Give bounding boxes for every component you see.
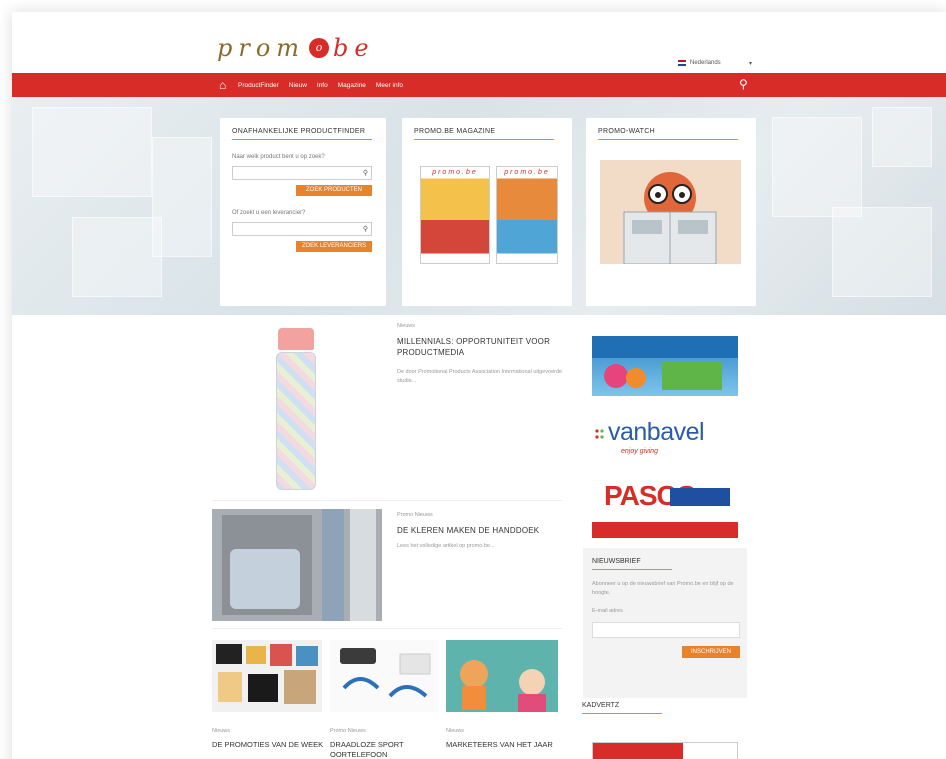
post-meta: Nieuws [212,728,231,734]
pasco-ad-banner[interactable]: PASCO [592,480,738,538]
post-excerpt: De door Promotional Products Association… [397,369,563,384]
nav-item-productfinder[interactable]: ProductFinder [238,82,279,89]
magazine-cover-1[interactable]: promo.be [420,166,490,264]
site-header: prom o be Nederlands ▾ [12,12,946,72]
post-meta: Promo Nieuws [397,512,433,518]
newsletter-text: Abonneer u op de nieuwsbrief van Promo.b… [592,581,734,596]
title-underline [232,139,372,140]
thumb-oortelefoon[interactable] [330,640,438,712]
main-nav: ⌂ ProductFinder Nieuw Info Magazine Meer… [12,73,946,97]
site-logo[interactable]: prom o be [217,34,375,62]
newsletter-title: NIEUWSBRIEF [592,558,641,565]
language-select[interactable]: Nederlands ▾ [674,55,756,71]
supplier-search-input[interactable]: ⚲ [232,222,372,236]
chevron-down-icon: ▾ [748,60,752,67]
cover-title: promo.be [504,169,550,176]
post-excerpt: Lees het volledige artikel op promo.be..… [397,543,495,549]
product-search-input[interactable]: ⚲ [232,166,372,180]
post-meta: Nieuws [397,323,416,329]
post-meta: Promo Nieuws [330,728,366,734]
language-label: Nederlands [690,60,721,66]
logo-text-right: be [333,34,375,62]
search-suppliers-button[interactable]: ZOEK LEVERANCIERS [296,241,372,252]
browser-frame: prom o be Nederlands ▾ ⌂ ProductFinder N… [12,12,946,759]
thumb-marketeers[interactable] [446,640,558,712]
title-underline [414,139,554,140]
promo-watch-illustration[interactable] [600,160,741,264]
post-title[interactable]: DE KLEREN MAKEN DE HANDDOEK [397,525,567,536]
logo-text-left: prom [217,34,306,62]
post-title[interactable]: MILLENNIALS: OPPORTUNITEIT VOOR PRODUCTM… [397,336,567,358]
productfinder-card: ONAFHANKELIJKE PRODUCTFINDER Naar welk p… [220,118,386,306]
nav-item-info[interactable]: Info [317,82,328,89]
product-search-label: Naar welk product bent u op zoek? [232,154,325,160]
thumb-promoties[interactable] [212,640,322,712]
promo-watch-card: PROMO-WATCH [586,118,756,306]
productfinder-title: ONAFHANKELIJKE PRODUCTFINDER [232,128,366,135]
cover-title: promo.be [432,169,478,176]
post-image-bottle-cap [278,328,314,350]
post-image-towel[interactable] [212,509,382,621]
newsletter-widget: NIEUWSBRIEF Abonneer u op de nieuwsbrief… [583,548,747,698]
post-divider [212,500,562,501]
flag-icon [678,60,686,66]
post-divider [212,628,562,629]
kadvertz-title: KADVERTZ [582,702,620,709]
promo-watch-title: PROMO-WATCH [598,128,655,135]
search-icon[interactable]: ⚲ [739,77,748,91]
nav-list: ProductFinder Nieuw Info Magazine Meer i… [238,73,413,97]
magazine-card: PROMO.BE MAGAZINE promo.be promo.be [402,118,572,306]
kadvertz-widget: KADVERTZ [582,702,672,714]
post-title[interactable]: DE PROMOTIES VAN DE WEEK [212,740,324,750]
post-title[interactable]: DRAADLOZE SPORT OORTELEFOON [330,740,442,759]
post-image-bottle[interactable] [276,352,316,490]
logo-dot: o [309,38,330,58]
email-label: E-mail adres [592,608,623,614]
vanbavel-logo-mark [595,428,605,442]
kadvertz-banner[interactable] [592,742,738,759]
search-icon: ⚲ [362,170,368,177]
nav-item-meer-info[interactable]: Meer info [376,82,403,89]
title-underline [598,139,738,140]
post-meta: Nieuws [446,728,465,734]
sidebar-ad-banner[interactable] [592,336,738,396]
search-icon: ⚲ [362,226,368,233]
magazine-cover-2[interactable]: promo.be [496,166,558,264]
vanbavel-tagline: enjoy giving [621,448,658,455]
title-underline [592,569,672,570]
title-underline [582,713,662,714]
post-title[interactable]: MARKETEERS VAN HET JAAR [446,740,558,750]
email-field[interactable] [592,622,740,638]
magazine-title: PROMO.BE MAGAZINE [414,128,496,135]
home-icon[interactable]: ⌂ [219,78,233,92]
subscribe-button[interactable]: INSCHRIJVEN [682,646,740,658]
nav-item-nieuw[interactable]: Nieuw [289,82,307,89]
vanbavel-logo-text[interactable]: vanbavel [608,418,705,447]
nav-item-magazine[interactable]: Magazine [338,82,366,89]
search-products-button[interactable]: ZOEK PRODUCTEN [296,185,372,196]
supplier-search-label: Of zoekt u een leverancier? [232,210,306,216]
